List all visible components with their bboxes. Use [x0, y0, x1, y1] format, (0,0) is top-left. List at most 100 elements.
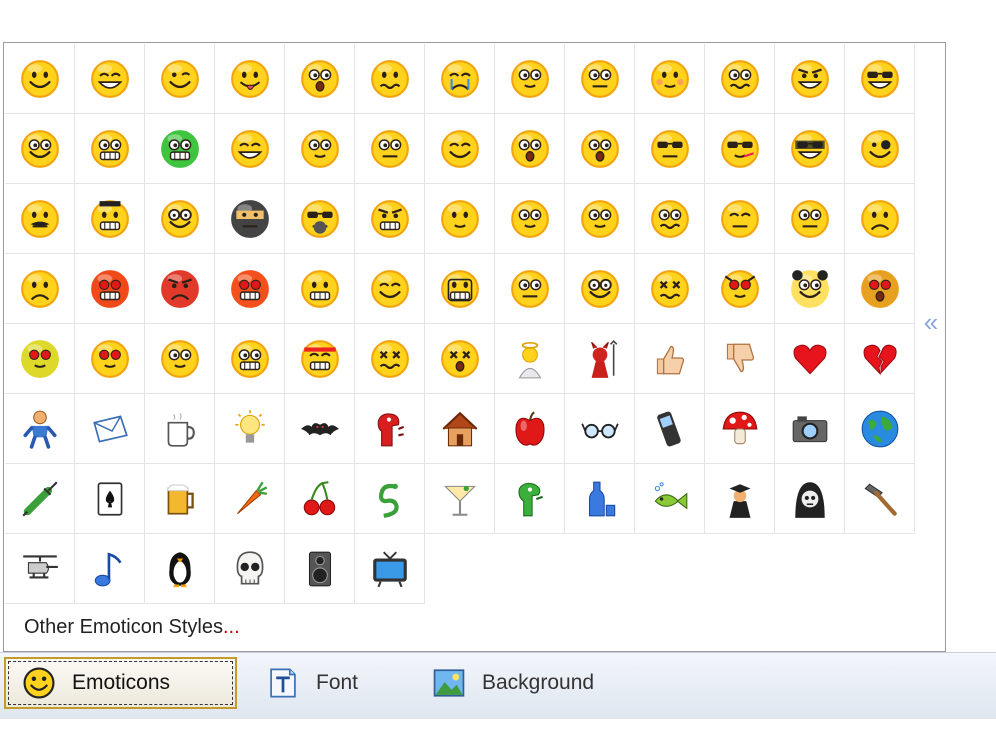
emoticon-frown[interactable]: [5, 254, 75, 324]
emoticon-light-bulb[interactable]: [215, 394, 285, 464]
emoticon-grim-reaper[interactable]: [775, 464, 845, 534]
emoticon-cocktail[interactable]: [425, 464, 495, 534]
emoticon-dinosaur-red[interactable]: [355, 394, 425, 464]
emoticon-bat[interactable]: [285, 394, 355, 464]
emoticon-pirate[interactable]: [845, 114, 915, 184]
emoticon-crossed-eyes[interactable]: [635, 184, 705, 254]
emoticon-smirk[interactable]: [355, 254, 425, 324]
emoticon-bandit[interactable]: [775, 114, 845, 184]
emoticon-evil-grin[interactable]: [75, 254, 145, 324]
emoticon-television[interactable]: [355, 534, 425, 604]
emoticon-embarrassed[interactable]: [495, 44, 565, 114]
emoticon-crying[interactable]: [425, 44, 495, 114]
emoticon-mr-t[interactable]: [75, 184, 145, 254]
emoticon-thinking[interactable]: [355, 114, 425, 184]
emoticon-geek[interactable]: [145, 184, 215, 254]
emoticon-angry[interactable]: [775, 44, 845, 114]
collapse-button[interactable]: «: [920, 309, 942, 335]
emoticon-carrot[interactable]: [215, 464, 285, 534]
emoticon-eyeglasses[interactable]: [565, 394, 635, 464]
emoticon-hammer[interactable]: [845, 464, 915, 534]
emoticon-helicopter[interactable]: [5, 534, 75, 604]
emoticon-cool[interactable]: [845, 44, 915, 114]
emoticon-smile[interactable]: [5, 44, 75, 114]
emoticon-dead[interactable]: [635, 254, 705, 324]
emoticon-moustache[interactable]: [5, 184, 75, 254]
emoticon-peeking[interactable]: [495, 254, 565, 324]
emoticon-surprised[interactable]: [285, 44, 355, 114]
emoticon-mobile-phone[interactable]: [635, 394, 705, 464]
emoticon-angel[interactable]: [495, 324, 565, 394]
emoticon-ninja[interactable]: [215, 184, 285, 254]
emoticon-shocked[interactable]: [495, 114, 565, 184]
emoticon-fish[interactable]: [635, 464, 705, 534]
emoticon-sleepy[interactable]: [705, 184, 775, 254]
emoticon-person[interactable]: [5, 394, 75, 464]
emoticon-shocked-open[interactable]: [565, 114, 635, 184]
emoticon-snake[interactable]: [355, 464, 425, 534]
emoticon-red-eyes[interactable]: [75, 324, 145, 394]
emoticon-beer-mug[interactable]: [145, 464, 215, 534]
emoticon-broken-heart[interactable]: [845, 324, 915, 394]
emoticon-cyclops[interactable]: [145, 324, 215, 394]
emoticon-glasses[interactable]: [565, 254, 635, 324]
emoticon-playing-card[interactable]: [75, 464, 145, 534]
emoticon-furious[interactable]: [215, 254, 285, 324]
emoticon-bottle[interactable]: [565, 464, 635, 534]
emoticon-dinosaur-green[interactable]: [495, 464, 565, 534]
emoticon-panda[interactable]: [775, 254, 845, 324]
emoticon-innocent[interactable]: [425, 184, 495, 254]
emoticon-headband[interactable]: [285, 324, 355, 394]
emoticon-heart[interactable]: [775, 324, 845, 394]
emoticon-puzzled[interactable]: [775, 184, 845, 254]
emoticon-sick[interactable]: [145, 114, 215, 184]
emoticon-alien[interactable]: [5, 324, 75, 394]
emoticon-confused[interactable]: [355, 44, 425, 114]
emoticon-straight-face[interactable]: [565, 44, 635, 114]
emoticon-scared[interactable]: [845, 254, 915, 324]
emoticon-cat[interactable]: [705, 254, 775, 324]
emoticon-tongue[interactable]: [215, 44, 285, 114]
emoticon-eyes-wide[interactable]: [495, 184, 565, 254]
emoticon-coffee-cup[interactable]: [145, 394, 215, 464]
emoticon-gas-mask[interactable]: [285, 184, 355, 254]
emoticon-cherries[interactable]: [285, 464, 355, 534]
emoticon-mushroom[interactable]: [705, 394, 775, 464]
emoticon-mad[interactable]: [145, 254, 215, 324]
emoticon-dizzy[interactable]: [355, 324, 425, 394]
emoticon-devil-face[interactable]: [355, 184, 425, 254]
emoticon-thumbs-down[interactable]: [705, 324, 775, 394]
emoticon-big-grin[interactable]: [285, 254, 355, 324]
emoticon-sunglasses[interactable]: [635, 114, 705, 184]
tab-emoticons[interactable]: Emoticons: [4, 657, 237, 709]
emoticon-laughing[interactable]: [425, 114, 495, 184]
other-emoticon-styles-link[interactable]: Other Emoticon Styles...: [24, 616, 240, 639]
emoticon-nerd[interactable]: [285, 114, 355, 184]
emoticon-sad[interactable]: [845, 184, 915, 254]
emoticon-globe[interactable]: [845, 394, 915, 464]
emoticon-happy[interactable]: [215, 114, 285, 184]
emoticon-skull[interactable]: [215, 534, 285, 604]
emoticon-thumbs-up[interactable]: [635, 324, 705, 394]
tab-font[interactable]: Font: [266, 657, 358, 709]
emoticon-cyborg[interactable]: [215, 324, 285, 394]
tab-background[interactable]: Background: [432, 657, 594, 709]
emoticon-speaker[interactable]: [285, 534, 355, 604]
emoticon-apple[interactable]: [495, 394, 565, 464]
emoticon-smoking[interactable]: [705, 114, 775, 184]
emoticon-devil[interactable]: [565, 324, 635, 394]
emoticon-penguin[interactable]: [145, 534, 215, 604]
emoticon-grin[interactable]: [75, 44, 145, 114]
emoticon-looking-up[interactable]: [565, 184, 635, 254]
emoticon-camera[interactable]: [775, 394, 845, 464]
emoticon-syringe[interactable]: [5, 464, 75, 534]
emoticon-graduate[interactable]: [705, 464, 775, 534]
emoticon-wink[interactable]: [145, 44, 215, 114]
emoticon-blush[interactable]: [635, 44, 705, 114]
emoticon-worried[interactable]: [705, 44, 775, 114]
emoticon-knocked-out[interactable]: [425, 324, 495, 394]
emoticon-teeth[interactable]: [75, 114, 145, 184]
emoticon-robot[interactable]: [425, 254, 495, 324]
emoticon-house[interactable]: [425, 394, 495, 464]
emoticon-rolling-eyes[interactable]: [5, 114, 75, 184]
